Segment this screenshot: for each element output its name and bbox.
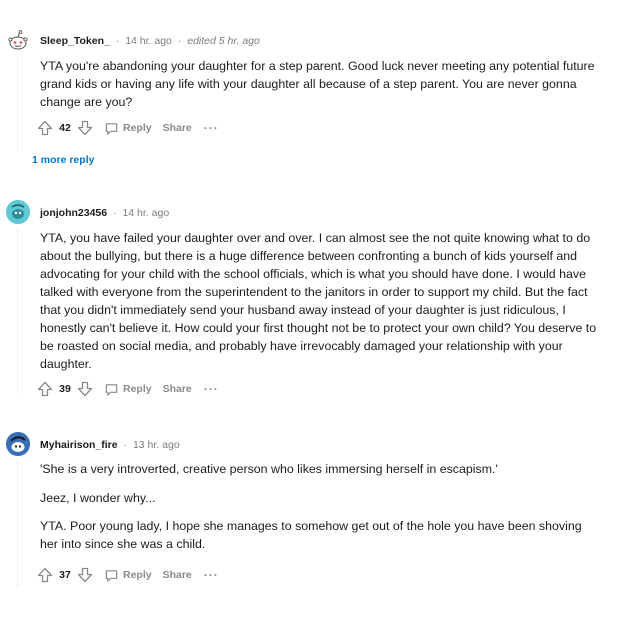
more-replies-link[interactable]: 1 more reply	[32, 154, 94, 166]
edited-label: edited 5 hr. ago	[187, 35, 260, 47]
reply-label: Reply	[123, 383, 152, 395]
reply-button[interactable]: Reply	[104, 121, 152, 136]
reply-label: Reply	[123, 122, 152, 134]
reply-button[interactable]: Reply	[104, 382, 152, 397]
reply-icon	[105, 569, 118, 582]
downvote-icon[interactable]	[76, 566, 94, 584]
comment-meta: jonjohn23456 · 14 hr. ago	[40, 207, 169, 219]
separator-dot: ·	[115, 35, 120, 47]
user-avatar[interactable]	[6, 432, 30, 456]
comment-actions: 39 Reply Share ···	[36, 378, 219, 400]
reply-icon	[105, 122, 118, 135]
comment-actions: 42 Reply Share ···	[36, 117, 219, 139]
separator-dot: ·	[113, 207, 117, 219]
upvote-icon[interactable]	[36, 380, 54, 398]
more-options-icon[interactable]: ···	[204, 568, 219, 582]
reply-icon	[105, 383, 118, 396]
comment-paragraph: Jeez, I wonder why...	[40, 491, 156, 505]
reply-label: Reply	[123, 569, 152, 581]
thread-line[interactable]	[17, 56, 18, 152]
upvote-icon[interactable]	[36, 119, 54, 137]
reply-button[interactable]: Reply	[104, 568, 152, 583]
thread-line[interactable]	[17, 228, 18, 393]
share-button[interactable]: Share	[163, 569, 192, 581]
downvote-icon[interactable]	[76, 119, 94, 137]
timestamp[interactable]: 14 hr. ago	[122, 207, 169, 219]
timestamp[interactable]: 13 hr. ago	[133, 439, 180, 451]
thread-line[interactable]	[17, 460, 18, 588]
vote-count: 39	[59, 383, 71, 395]
upvote-icon[interactable]	[36, 566, 54, 584]
comment-body: 'She is a very introverted, creative per…	[40, 460, 600, 564]
vote-count: 42	[59, 122, 71, 134]
downvote-icon[interactable]	[76, 380, 94, 398]
comment-paragraph: YTA. Poor young lady, I hope she manages…	[40, 519, 582, 551]
comment-paragraph: YTA you're abandoning your daughter for …	[40, 59, 595, 109]
comment-actions: 37 Reply Share ···	[36, 564, 219, 586]
share-button[interactable]: Share	[163, 122, 192, 134]
comment-meta: Myhairison_fire · 13 hr. ago	[40, 439, 180, 451]
more-options-icon[interactable]: ···	[204, 121, 219, 135]
snoo-avatar[interactable]	[6, 28, 30, 52]
comment-body: YTA, you have failed your daughter over …	[40, 229, 600, 384]
username[interactable]: Sleep_Token_	[40, 35, 110, 47]
timestamp[interactable]: 14 hr. ago	[125, 35, 172, 47]
username[interactable]: jonjohn23456	[40, 207, 107, 219]
comment-meta: Sleep_Token_ · 14 hr. ago · edited 5 hr.…	[40, 35, 260, 47]
comment-paragraph: 'She is a very introverted, creative per…	[40, 462, 498, 476]
vote-count: 37	[59, 569, 71, 581]
avatar-icon	[6, 200, 30, 224]
more-options-icon[interactable]: ···	[204, 382, 219, 396]
user-avatar[interactable]	[6, 200, 30, 224]
separator-dot: ·	[177, 35, 182, 47]
separator-dot: ·	[123, 439, 128, 451]
snoo-icon	[8, 30, 28, 50]
avatar-icon	[6, 432, 30, 456]
username[interactable]: Myhairison_fire	[40, 439, 118, 451]
comment-paragraph: YTA, you have failed your daughter over …	[40, 231, 597, 371]
share-button[interactable]: Share	[163, 383, 192, 395]
comment-body: YTA you're abandoning your daughter for …	[40, 57, 600, 122]
